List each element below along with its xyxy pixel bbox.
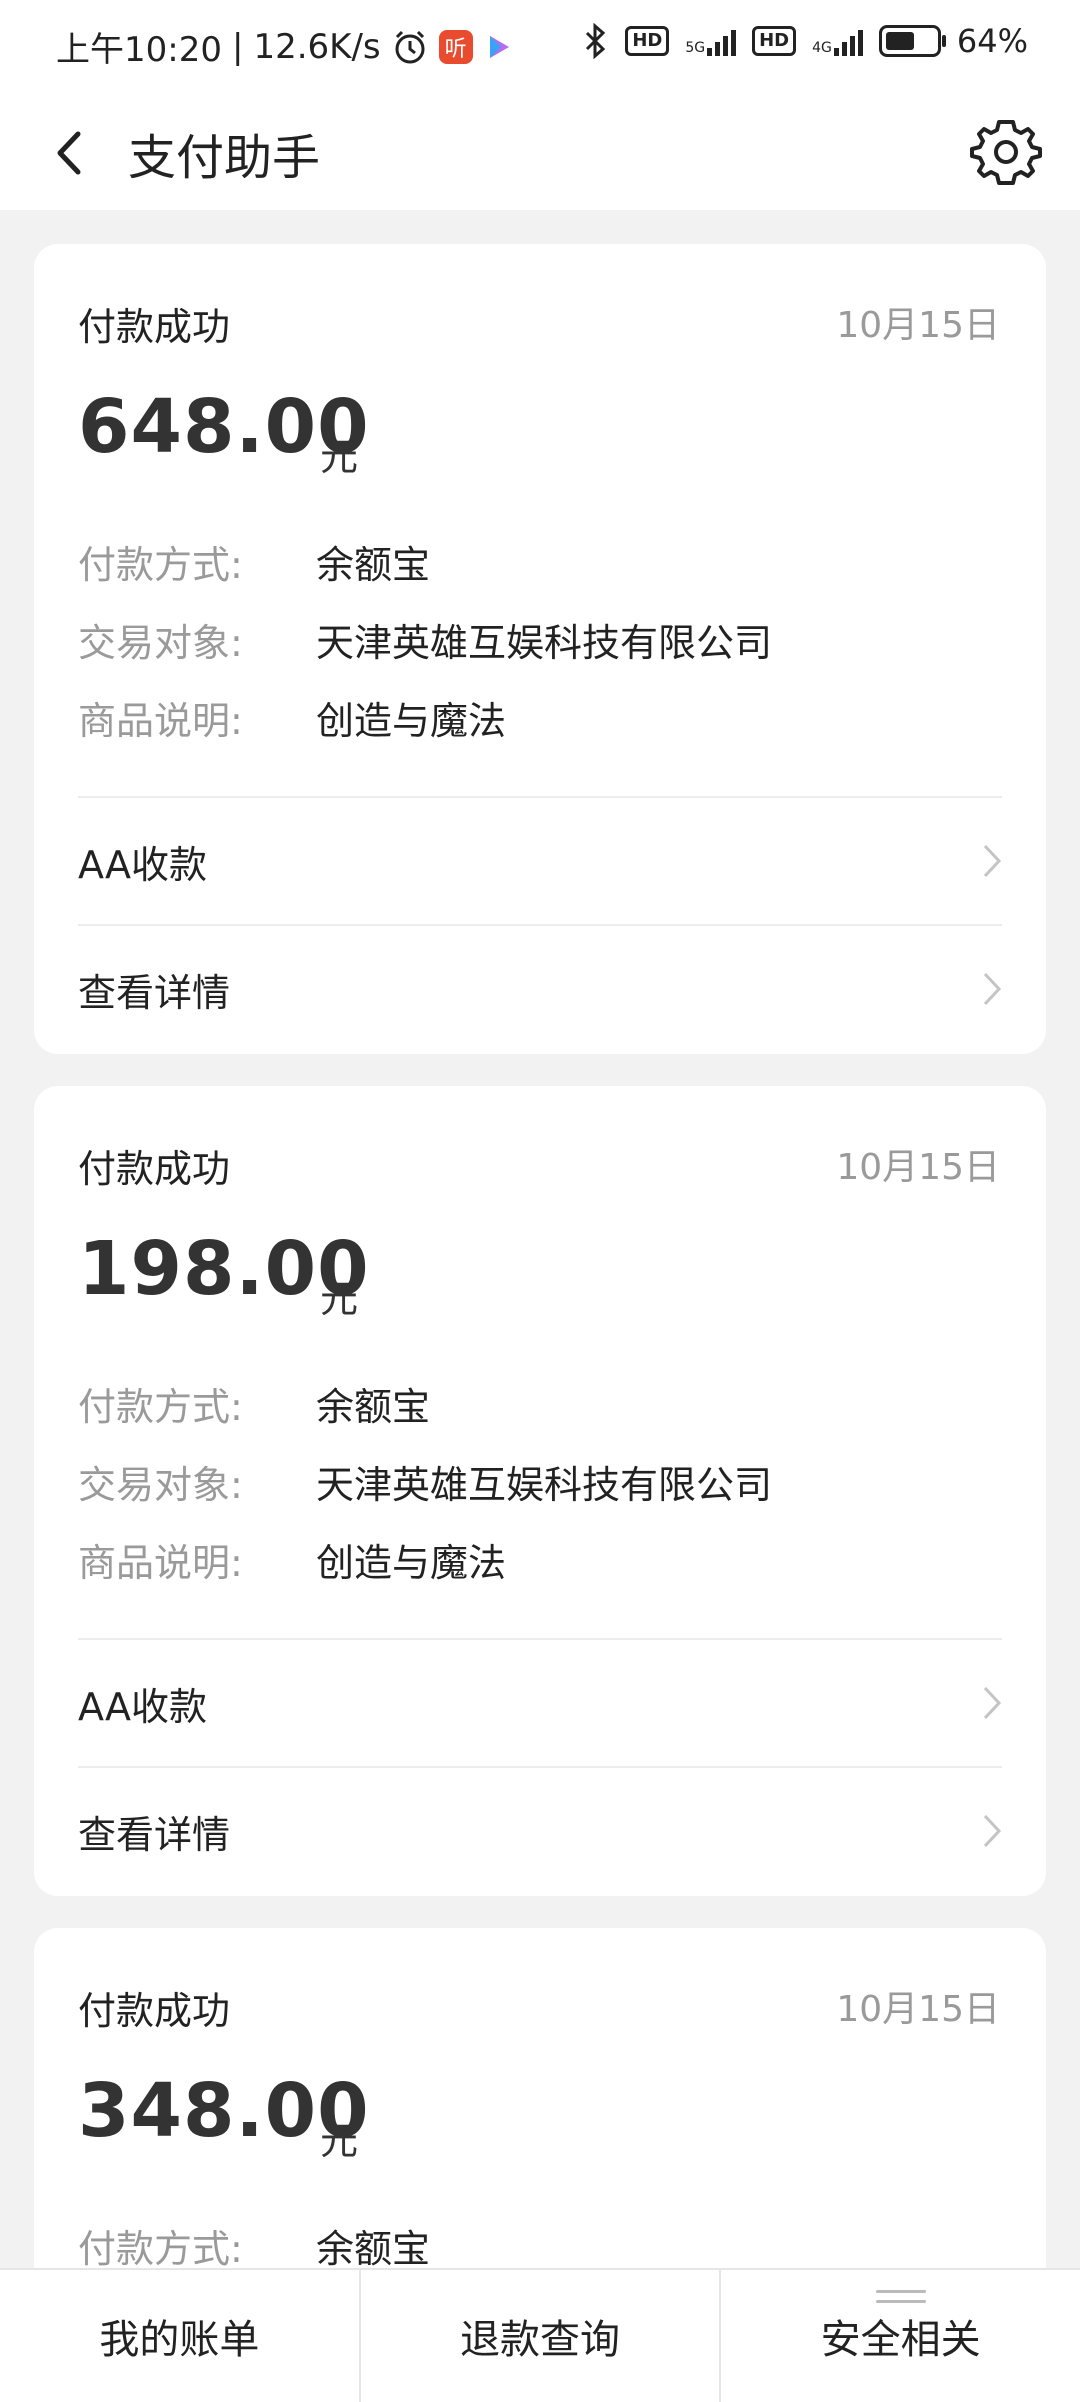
signal-5g: 5G — [685, 26, 737, 56]
counterparty-label: 交易对象: — [78, 621, 243, 665]
payment-method-label: 付款方式: — [78, 1385, 243, 1429]
item-description-label: 商品说明: — [78, 1541, 243, 1585]
payment-card: 付款成功 10月15日 648.00 元 付款方式: 余额宝 交易对象: 天津英雄互… — [34, 244, 1046, 1054]
play-app-icon — [489, 35, 509, 58]
tab-label: 安全相关 — [820, 2317, 981, 2363]
payment-status: 付款成功 — [78, 305, 231, 349]
settings-gear-icon[interactable] — [968, 114, 1044, 190]
hd-badge-1: HD — [625, 26, 670, 56]
payment-date: 10月15日 — [836, 1989, 1000, 2030]
payment-method-label: 付款方式: — [78, 543, 243, 587]
counterparty-row: 交易对象: 天津英雄互娱科技有限公司 — [78, 612, 772, 667]
counterparty-label: 交易对象: — [78, 1463, 243, 1507]
tab-label: 我的账单 — [99, 2317, 260, 2363]
payment-status: 付款成功 — [78, 1989, 231, 2033]
hd-badge-2: HD — [752, 26, 797, 56]
network-type-5g: 5G — [685, 40, 706, 56]
payment-method-value: 余额宝 — [316, 543, 431, 587]
payment-method-row: 付款方式: 余额宝 — [78, 534, 430, 589]
status-right: HD 5G HD 4G 64% — [581, 22, 1028, 60]
chevron-right-icon — [983, 1686, 1002, 1720]
battery-percent: 64% — [956, 22, 1028, 60]
counterparty-value: 天津英雄互娱科技有限公司 — [316, 621, 773, 665]
listen-app-icon: 听 — [438, 29, 473, 64]
chevron-right-icon — [983, 1814, 1002, 1848]
signal-4g: 4G — [812, 26, 863, 56]
payment-card: 付款成功 10月15日 198.00 元 付款方式: 余额宝 交易对象: 天津英雄互… — [34, 1086, 1046, 1896]
view-details-link[interactable]: 查看详情 — [78, 1768, 1002, 1894]
tab-security[interactable]: 安全相关 — [719, 2270, 1080, 2402]
aa-collect-link[interactable]: AA收款 — [78, 1640, 1002, 1766]
aa-collect-link[interactable]: AA收款 — [78, 798, 1002, 924]
counterparty-row: 交易对象: 天津英雄互娱科技有限公司 — [78, 1454, 772, 1509]
view-details-link[interactable]: 查看详情 — [78, 926, 1002, 1052]
currency-unit: 元 — [320, 2119, 359, 2163]
chevron-right-icon — [983, 972, 1002, 1006]
app-header: 支付助手 — [0, 98, 1080, 210]
status-left: 上午10:20 | 12.6K/s 听 — [56, 22, 513, 71]
payment-method-value: 余额宝 — [316, 2227, 431, 2271]
bottom-tab-bar: 我的账单 退款查询 安全相关 — [0, 2268, 1080, 2402]
aa-collect-label: AA收款 — [78, 1684, 208, 1729]
item-description-label: 商品说明: — [78, 699, 243, 743]
back-icon[interactable] — [40, 118, 110, 188]
network-speed: 12.6K/s — [253, 26, 381, 67]
status-bar: 上午10:20 | 12.6K/s 听 HD 5G HD 4G 64% — [0, 0, 1080, 98]
payment-method-value: 余额宝 — [316, 1385, 431, 1429]
view-details-label: 查看详情 — [78, 970, 231, 1015]
bluetooth-icon — [586, 23, 606, 59]
item-description-value: 创造与魔法 — [316, 1541, 507, 1585]
aa-collect-label: AA收款 — [78, 842, 208, 887]
payment-status: 付款成功 — [78, 1147, 231, 1191]
alarm-icon — [395, 30, 425, 63]
signal-bars-icon — [833, 26, 863, 56]
chevron-right-icon — [983, 844, 1002, 878]
battery-icon — [878, 25, 946, 57]
clock-time: 上午10:20 — [56, 30, 222, 70]
signal-bars-icon — [707, 26, 737, 56]
tab-label: 退款查询 — [460, 2317, 620, 2363]
item-description-row: 商品说明: 创造与魔法 — [78, 690, 506, 745]
tab-refund-query[interactable]: 退款查询 — [358, 2270, 720, 2402]
counterparty-value: 天津英雄互娱科技有限公司 — [316, 1463, 773, 1507]
payment-method-label: 付款方式: — [78, 2227, 243, 2271]
menu-lines-icon — [875, 2288, 926, 2306]
payment-method-row: 付款方式: 余额宝 — [78, 2218, 430, 2273]
page-title: 支付助手 — [128, 130, 321, 186]
network-type-4g: 4G — [812, 40, 832, 56]
item-description-row: 商品说明: 创造与魔法 — [78, 1532, 506, 1587]
payment-date: 10月15日 — [836, 305, 1000, 346]
view-details-label: 查看详情 — [78, 1812, 231, 1857]
payment-date: 10月15日 — [836, 1147, 1000, 1188]
currency-unit: 元 — [320, 1277, 359, 1321]
item-description-value: 创造与魔法 — [316, 699, 507, 743]
separator: | — [231, 26, 244, 67]
tab-my-bills[interactable]: 我的账单 — [0, 2270, 359, 2402]
payment-method-row: 付款方式: 余额宝 — [78, 1376, 430, 1431]
currency-unit: 元 — [320, 435, 359, 479]
